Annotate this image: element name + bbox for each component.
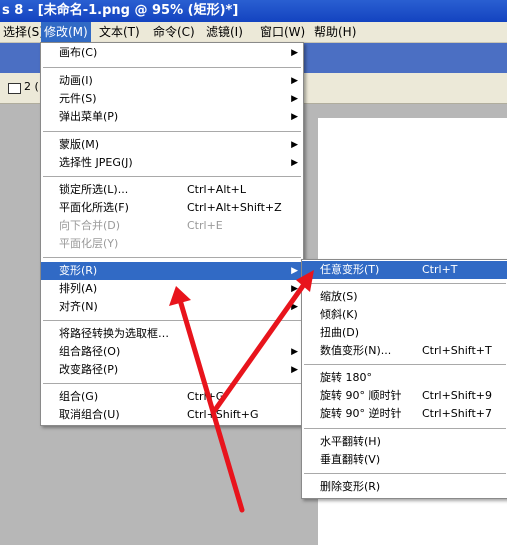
menu-item-alter-path[interactable]: 改变路径(P) ▶ [41, 361, 303, 379]
submenu-item-scale[interactable]: 缩放(S) [302, 288, 507, 306]
menu-separator [304, 473, 506, 474]
menu-item-flatten-layers: 平面化层(Y) [59, 237, 119, 250]
menu-item-lock-selection[interactable]: 锁定所选(L)... Ctrl+Alt+L [41, 181, 303, 199]
submenu-arrow-icon: ▶ [291, 347, 298, 357]
menu-filters[interactable]: 滤镜(I) [203, 22, 246, 42]
submenu-item-skew[interactable]: 倾斜(K) [302, 306, 507, 324]
menu-item-align[interactable]: 对齐(N) ▶ [41, 298, 303, 316]
modify-menu: 画布(C) ▶ 动画(I) ▶ 元件(S) ▶ 弹出菜单(P) ▶ 蒙版(M) ▶ 选择性… [40, 42, 304, 426]
menu-separator [43, 383, 301, 384]
menu-item-merge-down: 向下合并(D) Ctrl+E [59, 219, 223, 232]
menu-item-selective-jpeg[interactable]: 选择性 JPEG(J) ▶ [41, 154, 303, 172]
submenu-item-numeric-transform[interactable]: 数值变形(N)... Ctrl+Shift+T [302, 342, 507, 360]
submenu-arrow-icon: ▶ [291, 48, 298, 58]
menu-separator [304, 283, 506, 284]
menu-item-convert-path-to-marquee[interactable]: 将路径转换为选取框… [41, 325, 303, 343]
menu-item-arrange[interactable]: 排列(A) ▶ [41, 280, 303, 298]
menu-item-popup-menu[interactable]: 弹出菜单(P) ▶ [41, 108, 303, 126]
menu-separator [43, 176, 301, 177]
menu-item-combine-paths[interactable]: 组合路径(O) ▶ [41, 343, 303, 361]
menu-modify[interactable]: 修改(M) [41, 22, 91, 42]
submenu-item-flip-horizontal[interactable]: 水平翻转(H) [302, 433, 507, 451]
menu-text[interactable]: 文本(T) [96, 22, 143, 42]
menu-separator [43, 131, 301, 132]
transform-submenu: 任意变形(T) Ctrl+T 缩放(S) 倾斜(K) 扭曲(D) 数值变形(N).… [301, 259, 507, 499]
submenu-arrow-icon: ▶ [291, 302, 298, 312]
submenu-item-rotate-90-cw[interactable]: 旋转 90° 顺时针 Ctrl+Shift+9 [302, 387, 507, 405]
menu-separator [43, 257, 301, 258]
submenu-arrow-icon: ▶ [291, 266, 298, 276]
menu-window[interactable]: 窗口(W) [257, 22, 308, 42]
submenu-item-flip-vertical[interactable]: 垂直翻转(V) [302, 451, 507, 469]
menu-command[interactable]: 命令(C) [150, 22, 198, 42]
submenu-arrow-icon: ▶ [291, 365, 298, 375]
submenu-item-free-transform[interactable]: 任意变形(T) Ctrl+T [302, 261, 507, 279]
submenu-arrow-icon: ▶ [291, 112, 298, 122]
toolbar-label: 2 ( [24, 80, 39, 93]
menu-item-ungroup[interactable]: 取消组合(U) Ctrl+Shift+G [41, 406, 303, 424]
menu-bar: 选择(S) 修改(M) 文本(T) 命令(C) 滤镜(I) 窗口(W) 帮助(H… [0, 22, 507, 43]
submenu-item-rotate-90-ccw[interactable]: 旋转 90° 逆时针 Ctrl+Shift+7 [302, 405, 507, 423]
menu-separator [304, 364, 506, 365]
menu-item-mask[interactable]: 蒙版(M) ▶ [41, 136, 303, 154]
menu-select[interactable]: 选择(S) [0, 22, 47, 42]
window-icon[interactable] [8, 83, 21, 94]
submenu-item-distort[interactable]: 扭曲(D) [302, 324, 507, 342]
menu-item-canvas[interactable]: 画布(C) ▶ [41, 44, 303, 62]
submenu-arrow-icon: ▶ [291, 76, 298, 86]
menu-item-group[interactable]: 组合(G) Ctrl+G [41, 388, 303, 406]
submenu-item-remove-transform[interactable]: 删除变形(R) [302, 478, 507, 496]
submenu-arrow-icon: ▶ [291, 94, 298, 104]
menu-item-transform[interactable]: 变形(R) ▶ [41, 262, 303, 280]
menu-item-flatten-selection[interactable]: 平面化所选(F) Ctrl+Alt+Shift+Z [41, 199, 303, 217]
submenu-arrow-icon: ▶ [291, 284, 298, 294]
submenu-arrow-icon: ▶ [291, 158, 298, 168]
menu-separator [304, 428, 506, 429]
menu-help[interactable]: 帮助(H) [311, 22, 359, 42]
submenu-arrow-icon: ▶ [291, 140, 298, 150]
submenu-item-rotate-180[interactable]: 旋转 180° [302, 369, 507, 387]
menu-separator [43, 320, 301, 321]
menu-item-symbol[interactable]: 元件(S) ▶ [41, 90, 303, 108]
menu-item-animation[interactable]: 动画(I) ▶ [41, 72, 303, 90]
menu-separator [43, 67, 301, 68]
window-title: s 8 - [未命名-1.png @ 95% (矩形)*] [0, 0, 507, 22]
